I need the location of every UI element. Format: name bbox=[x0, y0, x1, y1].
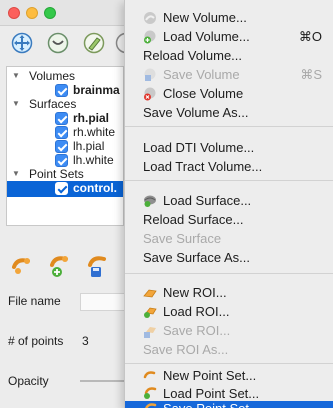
navigate-icon[interactable] bbox=[10, 31, 34, 55]
layer-label: rh.pial bbox=[73, 111, 110, 125]
load-roi-icon bbox=[143, 305, 157, 319]
tree-item-surface[interactable]: rh.pial bbox=[7, 111, 123, 125]
menu-item-shortcut: ⌘O bbox=[298, 29, 322, 44]
menu-item-new-point-set[interactable]: New Point Set... bbox=[125, 366, 333, 385]
tree-item-surface[interactable]: lh.white bbox=[7, 153, 123, 167]
menu-item-save-roi-as: Save ROI As... bbox=[125, 340, 333, 359]
menu-item-label: Save Volume As... bbox=[143, 105, 249, 120]
menu-item-label: Load ROI... bbox=[163, 304, 230, 319]
tree-group-surfaces[interactable]: ▼ Surfaces bbox=[7, 97, 123, 111]
menu-item-close-volume[interactable]: Close Volume bbox=[125, 84, 333, 103]
menu-item-label: Reload Surface... bbox=[143, 212, 244, 227]
tree-item-point-set[interactable]: control. bbox=[7, 181, 123, 197]
load-surface-icon bbox=[143, 194, 157, 208]
tree-item-surface[interactable]: rh.white bbox=[7, 125, 123, 139]
new-volume-icon bbox=[143, 11, 157, 25]
menu-item-label: Save ROI... bbox=[163, 323, 231, 338]
menu-item-reload-volume[interactable]: Reload Volume... bbox=[125, 46, 333, 65]
file-name-label: File name bbox=[8, 294, 61, 308]
layer-label: lh.white bbox=[73, 153, 114, 167]
save-point-set-icon bbox=[143, 402, 157, 408]
layer-tree: ▼ Volumes brainma ▼ Surfaces rh.pial rh.… bbox=[6, 66, 124, 226]
load-volume-icon bbox=[143, 30, 157, 44]
num-points-value: 3 bbox=[82, 334, 89, 348]
layer-visibility-checkbox[interactable] bbox=[55, 182, 68, 195]
menu-separator bbox=[125, 273, 333, 274]
menu-item-load-roi[interactable]: Load ROI... bbox=[125, 302, 333, 321]
menu-separator bbox=[125, 126, 333, 127]
save-pointset-icon[interactable] bbox=[86, 253, 112, 279]
layer-visibility-checkbox[interactable] bbox=[55, 126, 68, 139]
group-label: Point Sets bbox=[29, 167, 84, 181]
menu-item-label: Load DTI Volume... bbox=[143, 140, 255, 155]
menu-item-label: Reload Volume... bbox=[143, 48, 243, 63]
menu-item-label: New ROI... bbox=[163, 285, 227, 300]
menu-item-label: Load Surface... bbox=[163, 193, 252, 208]
tree-group-point-sets[interactable]: ▼ Point Sets bbox=[7, 167, 123, 181]
menu-item-save-surface-as[interactable]: Save Surface As... bbox=[125, 248, 333, 267]
zoom-icon[interactable] bbox=[46, 31, 70, 55]
minimize-window-button[interactable] bbox=[26, 7, 38, 19]
save-volume-icon bbox=[143, 68, 157, 82]
file-menu: New Volume... Load Volume... ⌘O Reload V… bbox=[124, 0, 333, 408]
menu-item-shortcut: ⌘S bbox=[300, 67, 322, 82]
file-name-field[interactable] bbox=[80, 293, 126, 311]
save-roi-icon bbox=[143, 324, 157, 338]
close-volume-icon bbox=[143, 87, 157, 101]
tree-item-surface[interactable]: lh.pial bbox=[7, 139, 123, 153]
new-point-set-icon bbox=[143, 368, 157, 382]
group-label: Surfaces bbox=[29, 97, 77, 111]
menu-item-load-surface[interactable]: Load Surface... bbox=[125, 191, 333, 210]
tree-item-volume[interactable]: brainma bbox=[7, 83, 123, 97]
layer-label: lh.pial bbox=[73, 139, 105, 153]
menu-item-save-point-set[interactable]: Save Point Set bbox=[125, 401, 333, 408]
menu-item-label: New Point Set... bbox=[163, 368, 257, 383]
load-point-set-icon bbox=[143, 386, 157, 400]
layer-label: rh.white bbox=[73, 125, 116, 139]
disclosure-triangle-icon[interactable]: ▼ bbox=[11, 97, 21, 111]
menu-item-load-tract-volume[interactable]: Load Tract Volume... bbox=[125, 157, 333, 176]
layer-visibility-checkbox[interactable] bbox=[55, 154, 68, 167]
opacity-slider[interactable] bbox=[80, 380, 125, 382]
menu-item-new-roi[interactable]: New ROI... bbox=[125, 283, 333, 302]
disclosure-triangle-icon[interactable]: ▼ bbox=[11, 69, 21, 83]
layer-visibility-checkbox[interactable] bbox=[55, 84, 68, 97]
menu-item-save-roi: Save ROI... bbox=[125, 321, 333, 340]
point-set-toolbar bbox=[0, 253, 125, 283]
menu-item-save-volume: Save Volume ⌘S bbox=[125, 65, 333, 84]
menu-item-label: Save ROI As... bbox=[143, 342, 229, 357]
menu-item-label: Save Surface bbox=[143, 231, 222, 246]
new-roi-icon bbox=[143, 286, 157, 300]
tree-group-volumes[interactable]: ▼ Volumes bbox=[7, 69, 123, 83]
menu-item-label: Close Volume bbox=[163, 86, 244, 101]
menu-separator bbox=[125, 180, 333, 181]
menu-separator bbox=[125, 363, 333, 364]
layer-label: brainma bbox=[73, 83, 120, 97]
menu-item-load-volume[interactable]: Load Volume... ⌘O bbox=[125, 27, 333, 46]
disclosure-triangle-icon[interactable]: ▼ bbox=[11, 167, 21, 181]
new-pointset-icon[interactable] bbox=[10, 253, 36, 279]
menu-item-load-dti-volume[interactable]: Load DTI Volume... bbox=[125, 138, 333, 157]
load-pointset-icon[interactable] bbox=[48, 253, 74, 279]
menu-item-label: Save Volume bbox=[163, 67, 240, 82]
menu-item-reload-surface[interactable]: Reload Surface... bbox=[125, 210, 333, 229]
menu-item-label: New Volume... bbox=[163, 10, 247, 25]
layer-visibility-checkbox[interactable] bbox=[55, 140, 68, 153]
menu-item-label: Save Surface As... bbox=[143, 250, 250, 265]
layer-visibility-checkbox[interactable] bbox=[55, 112, 68, 125]
menu-item-label: Load Volume... bbox=[163, 29, 250, 44]
num-points-label: # of points bbox=[8, 334, 64, 348]
menu-item-label: Load Tract Volume... bbox=[143, 159, 263, 174]
group-label: Volumes bbox=[29, 69, 76, 83]
layer-label: control. bbox=[73, 181, 117, 195]
opacity-label: Opacity bbox=[8, 374, 49, 388]
menu-item-save-surface: Save Surface bbox=[125, 229, 333, 248]
zoom-window-button[interactable] bbox=[44, 7, 56, 19]
close-window-button[interactable] bbox=[8, 7, 20, 19]
menu-item-save-volume-as[interactable]: Save Volume As... bbox=[125, 103, 333, 122]
menu-item-new-volume[interactable]: New Volume... bbox=[125, 8, 333, 27]
more-tools-icon[interactable] bbox=[114, 31, 124, 55]
recon-edit-icon[interactable] bbox=[82, 31, 106, 55]
menu-item-label: Save Point Set bbox=[163, 401, 249, 408]
